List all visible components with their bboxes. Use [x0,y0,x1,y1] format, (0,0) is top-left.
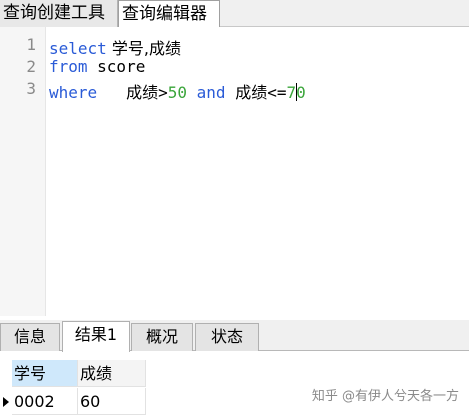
keyword-and: and [196,83,226,102]
code-text: score [87,57,146,76]
operator: > [158,83,168,102]
line-number-gutter: 1 2 3 [0,27,46,316]
line-number: 1 [26,35,36,54]
tab-query-editor[interactable]: 查询编辑器 [118,0,220,28]
tab-profile[interactable]: 概况 [131,323,193,351]
tab-query-builder[interactable]: 查询创建工具 [0,0,118,27]
watermark: 知乎 @有伊人兮天各一方 [311,389,459,404]
column-header-score[interactable]: 成绩 [78,360,146,387]
number-literal: 50 [167,83,187,102]
keyword-from: from [49,57,88,76]
table-cell[interactable]: 0002 [12,388,78,415]
tab-result-1[interactable]: 结果1 [62,321,130,352]
sql-editor[interactable]: 1 2 3 select 学号,成绩 from score where 成绩>5… [0,27,469,316]
keyword-where: where [49,83,98,102]
tab-status[interactable]: 状态 [195,323,259,351]
code-line-2: from score [49,57,145,76]
code-text: 学号,成绩 [106,39,181,58]
code-line-1: select 学号,成绩 [49,35,181,59]
keyword-select: select [49,39,107,58]
current-row-indicator-icon [0,388,12,415]
top-tab-bar: 查询创建工具 查询编辑器 [0,0,469,28]
line-number: 3 [26,79,36,98]
tab-messages[interactable]: 信息 [0,323,60,351]
code-line-3: where 成绩>50 and 成绩<=70 [49,79,306,103]
result-tab-bar: 信息 结果1 概况 状态 [0,320,469,352]
field-name: 成绩 [126,83,159,102]
line-number: 2 [26,57,36,76]
number-literal: 0 [296,83,306,102]
field-name: 成绩 [235,83,268,102]
table-cell[interactable]: 60 [78,388,146,415]
operator: <= [267,83,287,102]
column-header-id[interactable]: 学号 [12,360,78,387]
